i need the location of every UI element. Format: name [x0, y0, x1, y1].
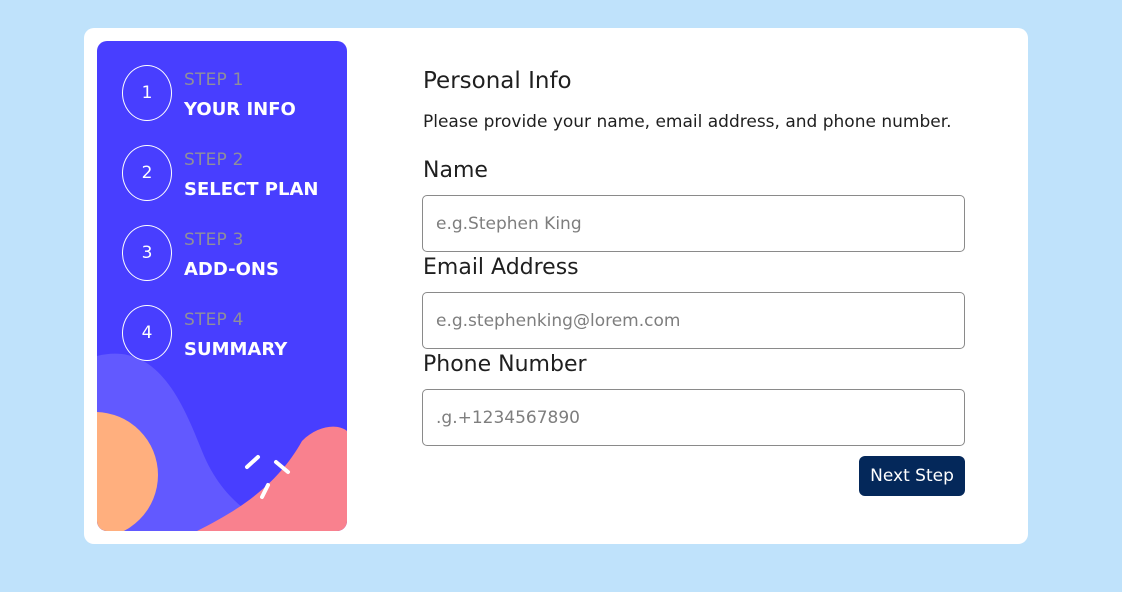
name-label: Name	[423, 158, 488, 183]
step-number-badge: 4	[122, 305, 172, 361]
step-item-summary[interactable]: 4 STEP 4 SUMMARY	[122, 305, 342, 361]
phone-label: Phone Number	[423, 352, 587, 377]
page-title: Personal Info	[423, 68, 572, 94]
step-sidebar: 1 STEP 1 YOUR INFO 2 STEP 2 SELECT PLAN …	[97, 41, 347, 531]
step-label: STEP 2	[184, 150, 244, 170]
step-title: SUMMARY	[184, 339, 288, 360]
step-number-badge: 1	[122, 65, 172, 121]
email-label: Email Address	[423, 255, 579, 280]
email-field[interactable]	[422, 292, 965, 349]
next-step-button[interactable]: Next Step	[859, 456, 965, 496]
step-title: SELECT PLAN	[184, 179, 319, 200]
step-title: ADD-ONS	[184, 259, 279, 280]
step-title: YOUR INFO	[184, 99, 296, 120]
form-card: 1 STEP 1 YOUR INFO 2 STEP 2 SELECT PLAN …	[84, 28, 1028, 544]
step-label: STEP 1	[184, 70, 244, 90]
name-field[interactable]	[422, 195, 965, 252]
step-label: STEP 3	[184, 230, 244, 250]
step-number-badge: 3	[122, 225, 172, 281]
page-subtitle: Please provide your name, email address,…	[423, 112, 952, 132]
step-item-add-ons[interactable]: 3 STEP 3 ADD-ONS	[122, 225, 342, 281]
step-item-your-info[interactable]: 1 STEP 1 YOUR INFO	[122, 65, 342, 121]
step-number-badge: 2	[122, 145, 172, 201]
step-label: STEP 4	[184, 310, 244, 330]
phone-field[interactable]	[422, 389, 965, 446]
step-item-select-plan[interactable]: 2 STEP 2 SELECT PLAN	[122, 145, 342, 201]
